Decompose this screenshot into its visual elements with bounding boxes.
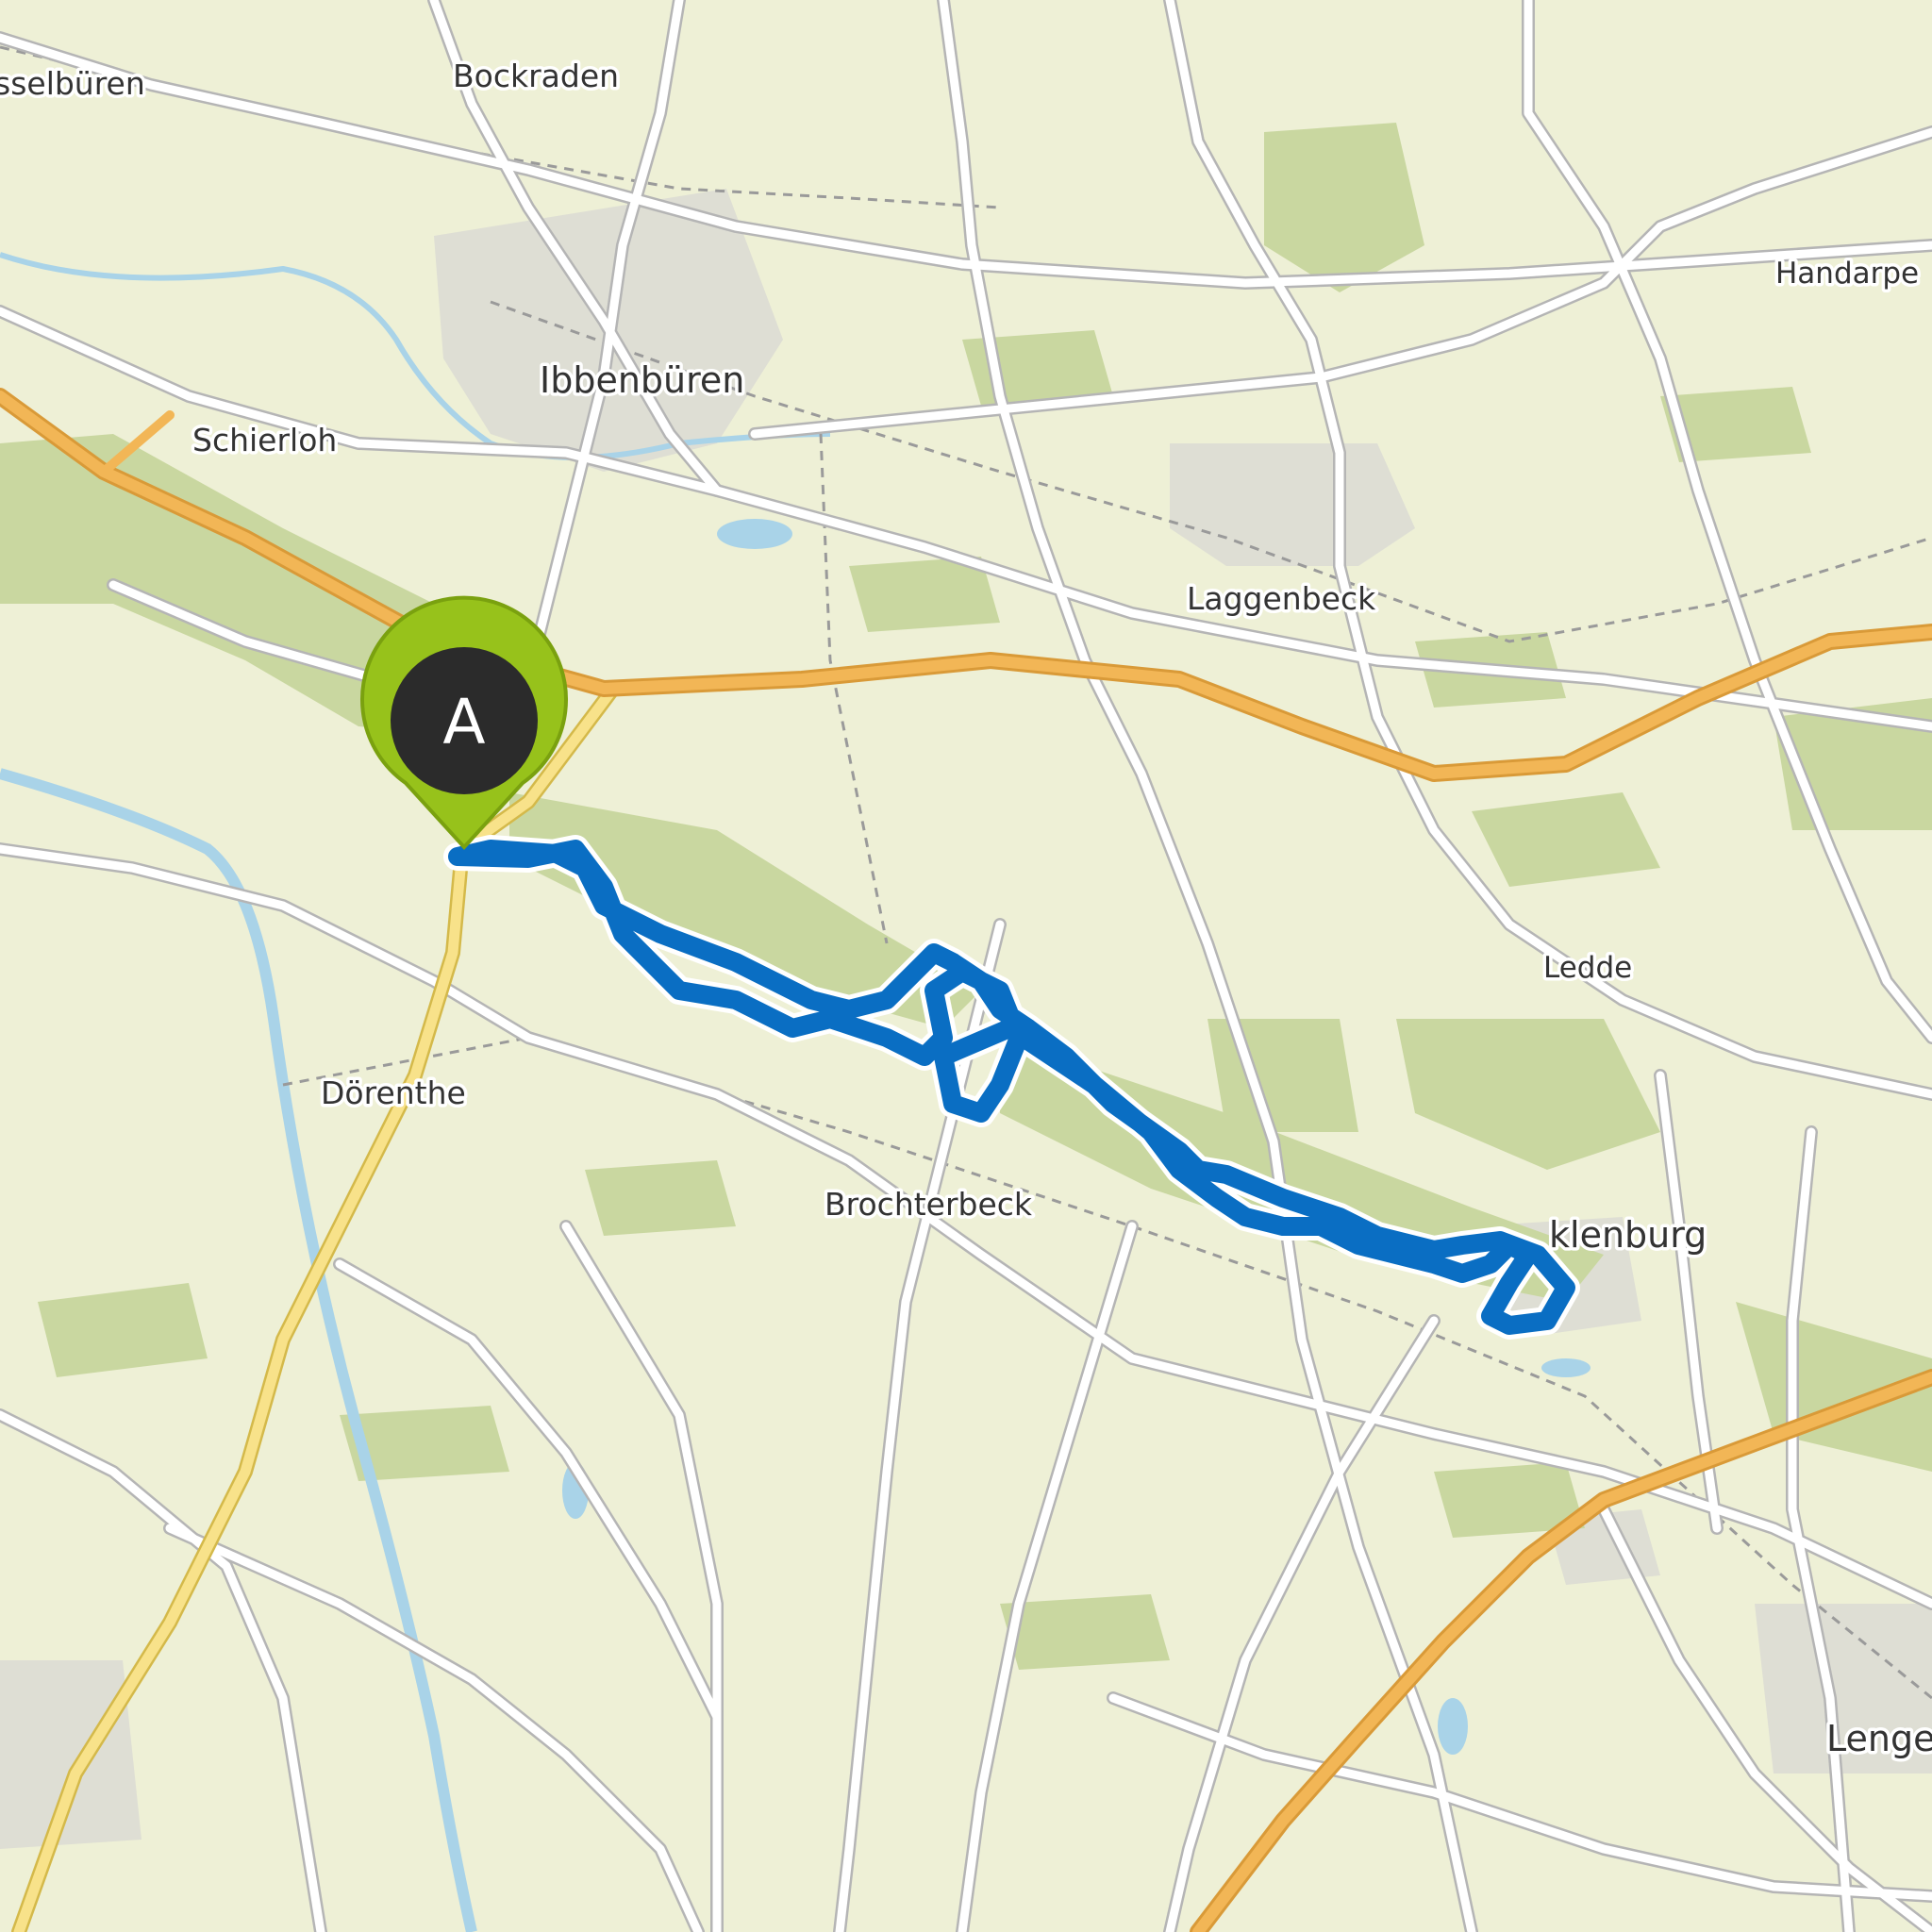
place-label-handarpe: Handarpe	[1775, 257, 1919, 291]
place-label-doerenthe: Dörenthe	[321, 1074, 466, 1111]
start-marker-label: A	[442, 686, 485, 758]
place-label-laggenbeck: Laggenbeck	[1187, 580, 1376, 617]
place-label-lengerich: Lenge	[1826, 1718, 1932, 1759]
place-label-ledde: Ledde	[1543, 951, 1632, 985]
place-label-brochterbeck: Brochterbeck	[824, 1186, 1033, 1223]
place-label-ibbenbueren: Ibbenbüren	[540, 359, 744, 401]
place-label-esselbueren: sselbüren	[0, 65, 145, 102]
place-label-tecklenburg: klenburg	[1549, 1214, 1707, 1256]
place-label-schierloh: Schierloh	[192, 422, 337, 458]
place-label-bockraden: Bockraden	[453, 58, 619, 94]
map-canvas[interactable]: sselbüren Bockraden Handarpe Ibbenbüren …	[0, 0, 1932, 1932]
